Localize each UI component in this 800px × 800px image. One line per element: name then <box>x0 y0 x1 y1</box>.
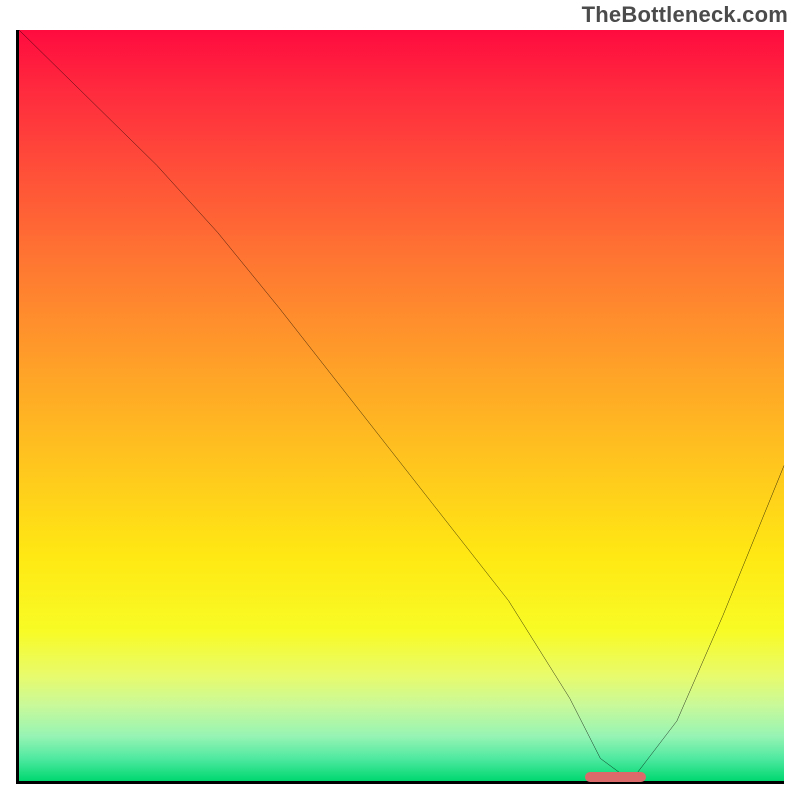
optimal-range-marker <box>585 772 646 782</box>
branding-text: TheBottleneck.com <box>582 2 788 28</box>
chart-plot-area <box>16 30 784 784</box>
bottleneck-curve <box>19 30 784 781</box>
